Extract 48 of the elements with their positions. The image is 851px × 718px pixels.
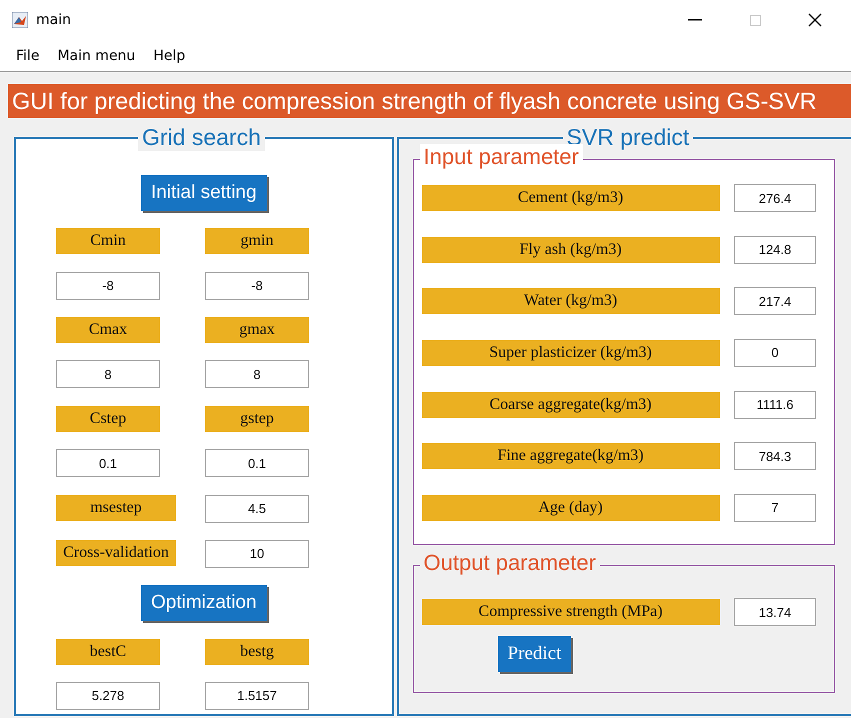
value-field[interactable]: 217.4 xyxy=(734,287,816,316)
value-field[interactable]: 276.4 xyxy=(734,184,816,212)
input-field[interactable]: 4.5 xyxy=(205,494,309,523)
value-field[interactable]: 1111.6 xyxy=(734,390,816,419)
value-field[interactable]: 7 xyxy=(734,494,816,522)
minimize-icon[interactable] xyxy=(688,19,702,21)
parameter-label: gstep xyxy=(205,406,309,432)
title-banner: GUI for predicting the compression strength of flyash concrete using GS-SVR xyxy=(8,84,851,118)
input-field[interactable]: -8 xyxy=(205,272,309,300)
input-field[interactable]: 0.1 xyxy=(56,449,160,478)
value-field[interactable]: 124.8 xyxy=(734,236,816,264)
parameter-label: Cstep xyxy=(56,406,160,432)
value-field[interactable]: 0 xyxy=(734,338,816,367)
parameter-label: Water (kg/m3) xyxy=(422,288,720,314)
input-field[interactable]: 8 xyxy=(56,360,160,388)
close-icon[interactable] xyxy=(808,13,822,27)
parameter-label: bestC xyxy=(56,638,160,665)
parameter-label: Fly ash (kg/m3) xyxy=(422,236,720,263)
action-button[interactable]: Optimization xyxy=(140,585,267,622)
input-field[interactable]: -8 xyxy=(56,272,160,300)
menu-item[interactable]: File xyxy=(16,48,40,64)
parameter-label: msestep xyxy=(56,494,176,521)
action-button[interactable]: Initial setting xyxy=(140,175,267,211)
input-field[interactable]: 8 xyxy=(205,360,309,388)
parameter-label: Cmin xyxy=(56,228,160,254)
menu-item[interactable]: Help xyxy=(153,48,186,64)
parameter-label: gmin xyxy=(205,228,309,254)
value-field[interactable]: 13.74 xyxy=(734,598,816,626)
parameter-label: Cmax xyxy=(56,317,160,344)
input-field[interactable]: 10 xyxy=(205,540,309,568)
input-field[interactable]: 0.1 xyxy=(205,449,309,478)
parameter-label: Cement (kg/m3) xyxy=(422,185,720,211)
input-field[interactable]: 1.5157 xyxy=(205,682,309,710)
input-field[interactable]: 5.278 xyxy=(56,682,160,710)
parameter-label: Coarse aggregate(kg/m3) xyxy=(422,392,720,418)
menu-item[interactable]: Main menu xyxy=(57,48,136,64)
parameter-label: bestg xyxy=(205,638,309,665)
parameter-label: Compressive strength (MPa) xyxy=(422,599,720,625)
predict-button[interactable]: Predict xyxy=(498,636,572,672)
app-icon xyxy=(12,12,28,28)
window-title: main xyxy=(36,12,72,28)
parameter-label: Cross-validation xyxy=(56,540,176,566)
parameter-label: Age (day) xyxy=(422,494,720,521)
value-field[interactable]: 784.3 xyxy=(734,442,816,470)
parameter-label: Super plasticizer (kg/m3) xyxy=(422,340,720,366)
parameter-label: gmax xyxy=(205,317,309,344)
parameter-label: Fine aggregate(kg/m3) xyxy=(422,443,720,470)
group-title: Input parameter xyxy=(420,144,583,170)
